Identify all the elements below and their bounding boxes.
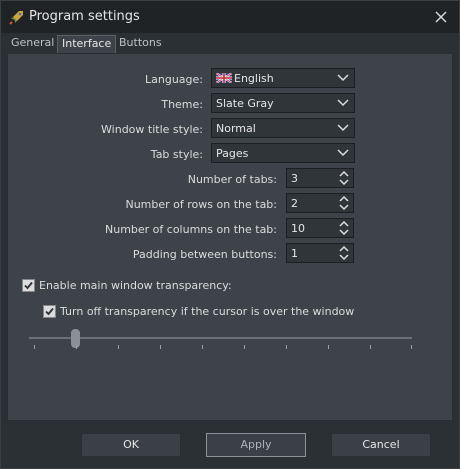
tab-style-select[interactable]: Pages	[211, 143, 355, 163]
window-title-style-value: Normal	[216, 122, 256, 135]
slider-tick	[202, 345, 203, 349]
rows-on-tab-value: 2	[291, 197, 298, 210]
slider-tick	[370, 345, 371, 349]
ok-button[interactable]: OK	[81, 433, 181, 457]
close-button[interactable]	[431, 7, 451, 27]
columns-on-tab-label: Number of columns on the tab:	[105, 223, 277, 236]
title-bar: Program settings	[1, 1, 459, 33]
slider-tick	[411, 345, 412, 349]
language-label: Language:	[145, 73, 203, 86]
rows-on-tab-label: Number of rows on the tab:	[125, 198, 277, 211]
columns-on-tab-value: 10	[291, 222, 305, 235]
enable-transparency-checkbox[interactable]	[22, 279, 35, 292]
spin-arrows-icon[interactable]	[339, 171, 349, 185]
chevron-down-icon	[337, 99, 349, 107]
slider-tick	[328, 345, 329, 349]
tab-style-value: Pages	[216, 147, 249, 160]
tab-style-label: Tab style:	[150, 148, 203, 161]
tab-general[interactable]: General	[7, 35, 58, 53]
chevron-down-icon	[337, 74, 349, 82]
cancel-button[interactable]: Cancel	[331, 433, 431, 457]
slider-tick	[118, 345, 119, 349]
transparency-slider-track[interactable]	[29, 337, 412, 339]
language-text: English	[234, 72, 274, 85]
tab-interface[interactable]: Interface	[57, 35, 117, 53]
padding-between-buttons-value: 1	[291, 247, 298, 260]
window-title: Program settings	[29, 9, 140, 24]
close-icon	[435, 11, 447, 23]
number-of-tabs-spinbox[interactable]: 3	[286, 168, 354, 188]
cursor-transparency-checkbox[interactable]	[43, 305, 56, 318]
spin-arrows-icon[interactable]	[339, 196, 349, 210]
window-title-style-label: Window title style:	[101, 123, 203, 136]
apply-button[interactable]: Apply	[206, 433, 306, 457]
slider-tick	[244, 345, 245, 349]
rocket-icon	[9, 11, 23, 25]
tab-buttons[interactable]: Buttons	[115, 35, 166, 53]
cursor-transparency-label[interactable]: Turn off transparency if the cursor is o…	[60, 305, 354, 318]
language-value: English	[216, 72, 274, 85]
check-mark-icon	[24, 281, 33, 290]
slider-tick	[286, 345, 287, 349]
columns-on-tab-spinbox[interactable]: 10	[286, 218, 354, 238]
slider-tick	[76, 345, 77, 349]
theme-value: Slate Gray	[216, 97, 274, 110]
slider-tick	[160, 345, 161, 349]
number-of-tabs-label: Number of tabs:	[187, 173, 277, 186]
slider-tick	[34, 345, 35, 349]
uk-flag-icon	[216, 73, 232, 83]
enable-transparency-label[interactable]: Enable main window transparency:	[39, 279, 232, 292]
padding-between-buttons-spinbox[interactable]: 1	[286, 243, 354, 263]
spin-arrows-icon[interactable]	[339, 246, 349, 260]
language-select[interactable]: English	[211, 68, 355, 88]
spin-arrows-icon[interactable]	[339, 221, 349, 235]
window-title-style-select[interactable]: Normal	[211, 118, 355, 138]
check-mark-icon	[45, 307, 54, 316]
chevron-down-icon	[337, 149, 349, 157]
rows-on-tab-spinbox[interactable]: 2	[286, 193, 354, 213]
settings-window: Program settings General Interface Butto…	[0, 0, 460, 469]
number-of-tabs-value: 3	[291, 172, 298, 185]
theme-select[interactable]: Slate Gray	[211, 93, 355, 113]
theme-label: Theme:	[161, 98, 203, 111]
chevron-down-icon	[337, 124, 349, 132]
padding-between-buttons-label: Padding between buttons:	[132, 248, 277, 261]
